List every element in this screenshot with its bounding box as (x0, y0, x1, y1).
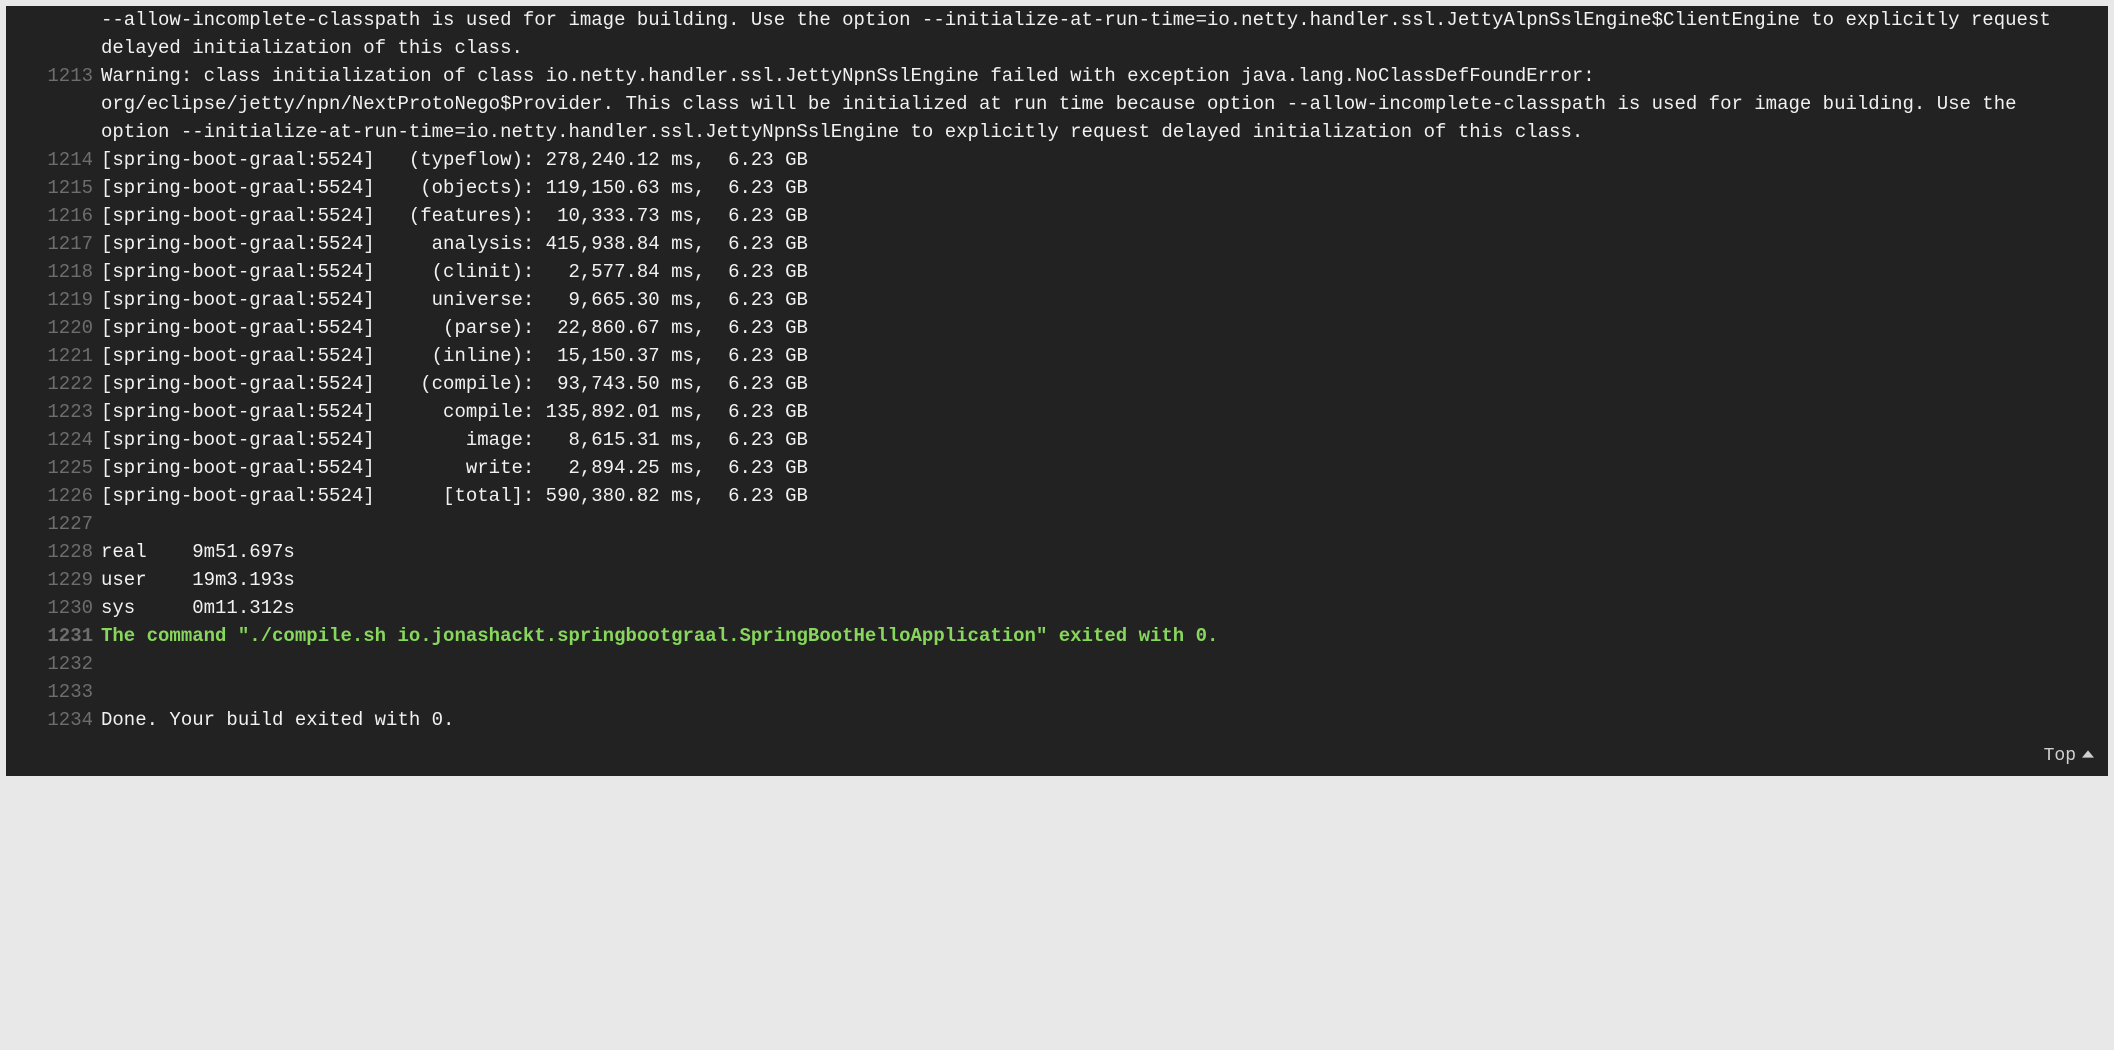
line-number: 1230 (41, 594, 93, 622)
log-line[interactable]: 1222[spring-boot-graal:5524] (compile): … (101, 370, 2088, 398)
line-text: [spring-boot-graal:5524] (compile): 93,7… (101, 373, 808, 395)
line-text: [spring-boot-graal:5524] (typeflow): 278… (101, 149, 808, 171)
line-number: 1225 (41, 454, 93, 482)
line-text: The command "./compile.sh io.jonashackt.… (101, 625, 1218, 647)
line-text: [spring-boot-graal:5524] write: 2,894.25… (101, 457, 808, 479)
log-line[interactable]: 1223[spring-boot-graal:5524] compile: 13… (101, 398, 2088, 426)
line-number: 1215 (41, 174, 93, 202)
log-line[interactable]: 1220[spring-boot-graal:5524] (parse): 22… (101, 314, 2088, 342)
line-text: [spring-boot-graal:5524] (features): 10,… (101, 205, 808, 227)
log-line[interactable]: 1234Done. Your build exited with 0. (101, 706, 2088, 734)
line-text: sys 0m11.312s (101, 597, 295, 619)
log-line[interactable]: 1232 (101, 650, 2088, 678)
line-text: [spring-boot-graal:5524] [total]: 590,38… (101, 485, 808, 507)
line-number: 1213 (41, 62, 93, 90)
line-text: [spring-boot-graal:5524] (objects): 119,… (101, 177, 808, 199)
line-number: 1228 (41, 538, 93, 566)
log-line[interactable]: 1218[spring-boot-graal:5524] (clinit): 2… (101, 258, 2088, 286)
line-text: [spring-boot-graal:5524] (clinit): 2,577… (101, 261, 808, 283)
log-line[interactable]: --allow-incomplete-classpath is used for… (101, 6, 2088, 62)
log-line[interactable]: 1233 (101, 678, 2088, 706)
line-text: [spring-boot-graal:5524] compile: 135,89… (101, 401, 808, 423)
line-number: 1231 (41, 622, 93, 650)
line-number: 1232 (41, 650, 93, 678)
line-number: 1226 (41, 482, 93, 510)
line-number: 1217 (41, 230, 93, 258)
line-number: 1222 (41, 370, 93, 398)
log-line[interactable]: 1221[spring-boot-graal:5524] (inline): 1… (101, 342, 2088, 370)
line-number: 1234 (41, 706, 93, 734)
log-line[interactable]: 1231The command "./compile.sh io.jonasha… (101, 622, 2088, 650)
line-text (101, 681, 112, 703)
log-line[interactable]: 1226[spring-boot-graal:5524] [total]: 59… (101, 482, 2088, 510)
line-text: --allow-incomplete-classpath is used for… (101, 9, 2062, 59)
line-number: 1219 (41, 286, 93, 314)
log-line[interactable]: 1219[spring-boot-graal:5524] universe: 9… (101, 286, 2088, 314)
log-line[interactable]: 1229user 19m3.193s (101, 566, 2088, 594)
build-log-body[interactable]: --allow-incomplete-classpath is used for… (6, 6, 2108, 734)
log-line[interactable]: 1214[spring-boot-graal:5524] (typeflow):… (101, 146, 2088, 174)
line-text: [spring-boot-graal:5524] (inline): 15,15… (101, 345, 808, 367)
line-text: [spring-boot-graal:5524] image: 8,615.31… (101, 429, 808, 451)
line-number: 1233 (41, 678, 93, 706)
log-line[interactable]: 1228real 9m51.697s (101, 538, 2088, 566)
line-text: [spring-boot-graal:5524] universe: 9,665… (101, 289, 808, 311)
log-line[interactable]: 1217[spring-boot-graal:5524] analysis: 4… (101, 230, 2088, 258)
log-line[interactable]: 1227 (101, 510, 2088, 538)
line-number: 1223 (41, 398, 93, 426)
log-line[interactable]: 1216[spring-boot-graal:5524] (features):… (101, 202, 2088, 230)
line-text: real 9m51.697s (101, 541, 295, 563)
line-number: 1229 (41, 566, 93, 594)
log-line[interactable]: 1230sys 0m11.312s (101, 594, 2088, 622)
line-text (101, 653, 112, 675)
line-text: [spring-boot-graal:5524] analysis: 415,9… (101, 233, 808, 255)
build-log-panel: --allow-incomplete-classpath is used for… (6, 6, 2108, 776)
log-line[interactable]: 1224[spring-boot-graal:5524] image: 8,61… (101, 426, 2088, 454)
log-line[interactable]: 1213Warning: class initialization of cla… (101, 62, 2088, 146)
log-line[interactable]: 1215[spring-boot-graal:5524] (objects): … (101, 174, 2088, 202)
line-text: Done. Your build exited with 0. (101, 709, 454, 731)
line-number: 1218 (41, 258, 93, 286)
line-number: 1224 (41, 426, 93, 454)
line-text: [spring-boot-graal:5524] (parse): 22,860… (101, 317, 808, 339)
line-number: 1220 (41, 314, 93, 342)
line-text: Warning: class initialization of class i… (101, 65, 2028, 143)
line-number: 1221 (41, 342, 93, 370)
scroll-top-label: Top (2044, 742, 2076, 770)
line-number: 1216 (41, 202, 93, 230)
line-number: 1227 (41, 510, 93, 538)
line-text: user 19m3.193s (101, 569, 295, 591)
scroll-top-button[interactable]: Top (2044, 742, 2094, 770)
log-line[interactable]: 1225[spring-boot-graal:5524] write: 2,89… (101, 454, 2088, 482)
caret-up-icon (2082, 742, 2094, 770)
line-number: 1214 (41, 146, 93, 174)
line-text (101, 513, 112, 535)
